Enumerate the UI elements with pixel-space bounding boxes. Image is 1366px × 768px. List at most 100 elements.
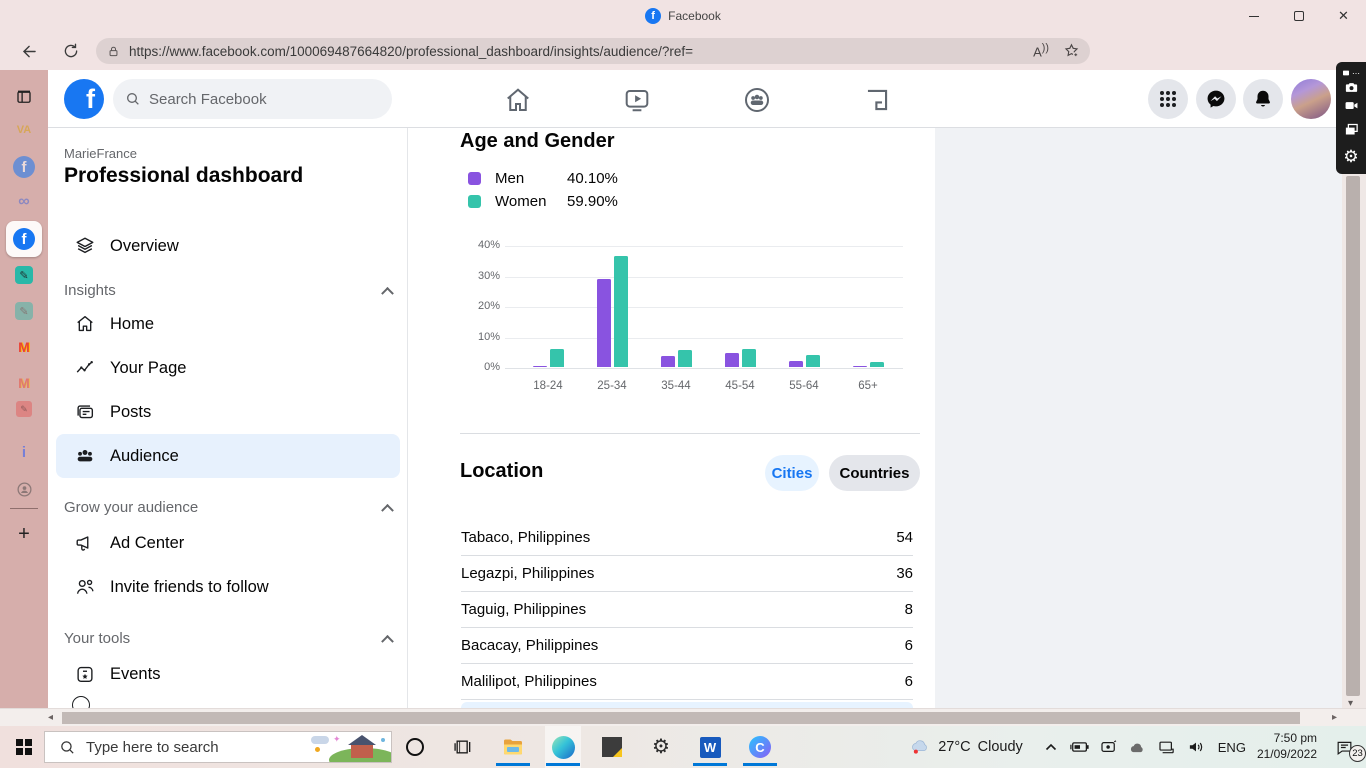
notifications-button[interactable] <box>1243 79 1283 119</box>
trend-icon <box>76 361 93 373</box>
add-favorite-icon[interactable] <box>1063 42 1080 59</box>
document-pen-icon: ✎ <box>16 401 32 417</box>
legend-label: Women <box>495 192 547 210</box>
sidebar-item-overview[interactable]: Overview <box>56 224 400 268</box>
taskbar-clock[interactable]: 7:50 pm 21/09/2022 <box>1257 731 1317 762</box>
edge-tab-meta[interactable]: ∞ <box>6 186 42 218</box>
apps-menu-button[interactable] <box>1148 79 1188 119</box>
start-button[interactable] <box>8 731 40 763</box>
nav-home-tab[interactable] <box>502 84 534 116</box>
edge-tab-va[interactable]: VA <box>6 114 42 146</box>
edge-tab-facebook-active[interactable]: f <box>6 221 42 257</box>
edge-tab-gmail[interactable]: M <box>6 331 42 363</box>
camera-icon[interactable] <box>1336 78 1366 96</box>
location-title: Location <box>460 460 544 482</box>
chart-x-label: 18-24 <box>533 380 563 392</box>
edge-tab-canva[interactable]: ✎ <box>6 259 42 291</box>
chart-bar-group <box>580 246 644 367</box>
edge-tab-info[interactable]: i <box>6 436 42 468</box>
time: 7:50 pm <box>1273 731 1317 746</box>
house-icon <box>77 315 93 332</box>
home-icon <box>507 88 529 111</box>
weather-button[interactable] <box>909 736 931 758</box>
task-view-button[interactable] <box>446 731 480 763</box>
weather-condition[interactable]: Cloudy <box>978 739 1023 755</box>
tray-expand-button[interactable] <box>1040 736 1062 758</box>
sidebar-item-audience[interactable]: Audience <box>56 434 400 478</box>
settings-button[interactable]: ⚙ <box>644 731 678 763</box>
running-indicator <box>743 763 777 766</box>
taskbar-search[interactable]: ✦ <box>44 731 392 763</box>
battery-status[interactable] <box>1069 736 1091 758</box>
gmail-icon: M <box>18 375 30 391</box>
network-status[interactable] <box>1156 736 1178 758</box>
browser-tab-title: f Facebook <box>0 0 1366 32</box>
window-capture-icon[interactable] <box>1336 120 1366 138</box>
section-insights[interactable]: Insights <box>64 278 394 302</box>
close-button[interactable]: ✕ <box>1321 0 1366 32</box>
section-grow-audience[interactable]: Grow your audience <box>64 495 394 519</box>
address-bar[interactable]: https://www.facebook.com/100069487664820… <box>96 38 1090 64</box>
sidebar-item-your-page[interactable]: Your Page <box>56 346 400 390</box>
camtasia-icon: C <box>749 736 771 758</box>
profile-avatar[interactable] <box>1291 79 1331 119</box>
onedrive-status[interactable] <box>1127 736 1149 758</box>
url-text[interactable]: https://www.facebook.com/100069487664820… <box>129 44 1025 59</box>
nav-groups-tab[interactable] <box>741 84 773 116</box>
language-indicator[interactable]: ENG <box>1218 740 1246 755</box>
groups-icon <box>744 87 770 113</box>
read-aloud-icon[interactable]: A)) <box>1033 42 1049 59</box>
capture-settings-gear-icon[interactable]: ⚙ <box>1336 147 1366 166</box>
edge-tab-canva-faded[interactable]: ✎ <box>6 295 42 327</box>
cortana-button[interactable] <box>398 731 432 763</box>
facebook-search[interactable] <box>113 79 392 119</box>
vertical-tabs-toggle[interactable] <box>6 81 42 113</box>
section-your-tools[interactable]: Your tools <box>64 626 394 650</box>
see-more-button-partial[interactable] <box>461 702 913 708</box>
camtasia-button[interactable]: C <box>743 731 777 763</box>
edge-tab-facebook-faded[interactable]: f <box>6 151 42 183</box>
back-button[interactable] <box>14 36 44 66</box>
tab-cities[interactable]: Cities <box>765 455 819 491</box>
volume-status[interactable] <box>1185 736 1207 758</box>
horizontal-scrollbar-thumb[interactable] <box>62 712 1300 724</box>
sticky-notes-button[interactable] <box>595 731 629 763</box>
minimize-button[interactable] <box>1231 0 1276 32</box>
facebook-icon: f <box>13 156 35 178</box>
chevron-up-icon[interactable] <box>381 634 394 648</box>
sidebar-item-invite-friends[interactable]: Invite friends to follow <box>56 565 400 609</box>
weather-temp[interactable]: 27°C <box>938 739 970 755</box>
edge-tab-profile-circle[interactable] <box>6 473 42 505</box>
tab-countries[interactable]: Countries <box>829 455 920 491</box>
search-input[interactable] <box>149 90 369 108</box>
sidebar-item-posts[interactable]: Posts <box>56 390 400 434</box>
messenger-button[interactable] <box>1196 79 1236 119</box>
scroll-left-arrow[interactable]: ◂ <box>48 712 53 723</box>
nav-gaming-tab[interactable] <box>861 84 893 116</box>
nav-watch-tab[interactable] <box>621 84 653 116</box>
facebook-logo[interactable]: f <box>64 79 104 119</box>
refresh-button[interactable] <box>56 36 86 66</box>
task-view-icon <box>454 740 471 754</box>
file-explorer-button[interactable] <box>496 731 530 763</box>
video-camera-icon[interactable] <box>1336 96 1366 114</box>
maximize-button[interactable] <box>1276 0 1321 32</box>
notification-center-button[interactable]: 23 <box>1330 736 1366 762</box>
sidebar-item-home[interactable]: Home <box>56 302 400 346</box>
scroll-right-arrow[interactable]: ▸ <box>1332 712 1337 723</box>
edge-browser-button[interactable] <box>546 731 580 763</box>
sidebar-item-events[interactable]: Events <box>56 652 400 696</box>
vertical-scrollbar-thumb[interactable] <box>1346 176 1360 696</box>
horizontal-scrollbar[interactable]: ◂ ▸ <box>0 708 1366 726</box>
section-divider <box>460 433 920 434</box>
notification-count-badge: 23 <box>1349 745 1366 762</box>
list-item: Taguig, Philippines 8 <box>461 592 913 628</box>
chevron-up-icon[interactable] <box>381 503 394 517</box>
sidebar-item-ad-center[interactable]: Ad Center <box>56 521 400 565</box>
screen-record-status[interactable] <box>1098 736 1120 758</box>
chevron-up-icon[interactable] <box>381 286 394 300</box>
edge-tab-docs[interactable]: ✎ <box>6 393 42 425</box>
taskbar-search-input[interactable] <box>86 738 276 756</box>
new-tab-button[interactable]: + <box>6 518 42 550</box>
word-button[interactable]: W <box>693 731 727 763</box>
